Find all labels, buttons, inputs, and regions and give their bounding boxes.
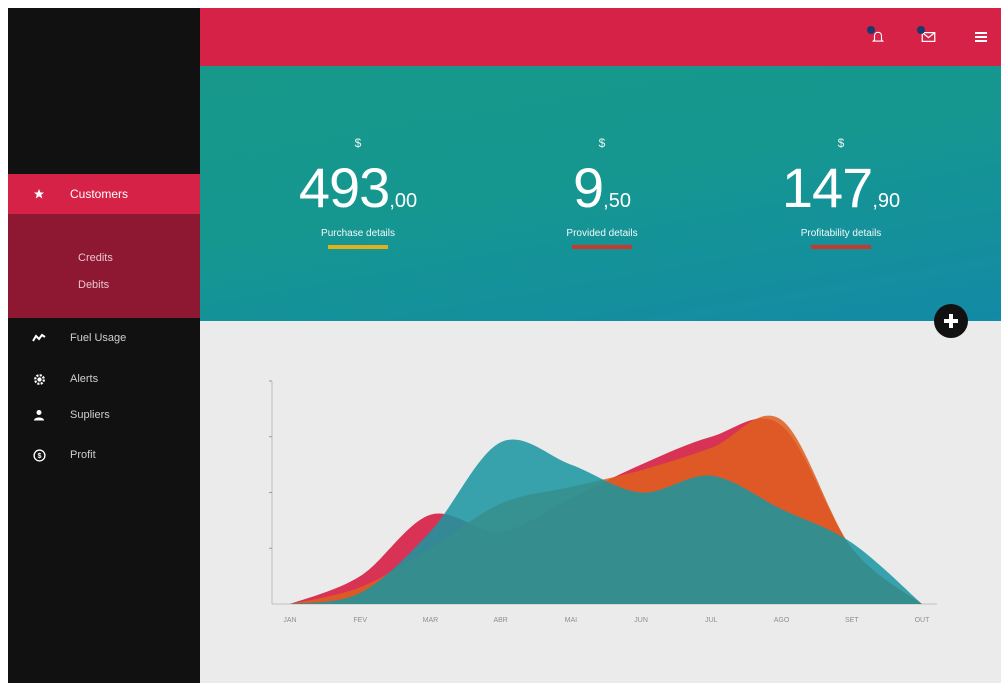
currency-symbol: $ xyxy=(598,136,606,150)
sidebar-item-label: Customers xyxy=(70,187,129,201)
menu-icon[interactable] xyxy=(970,26,992,48)
stat-purchase: $ 493,00 Purchase details xyxy=(258,136,458,249)
sidebar-item-label: Supliers xyxy=(70,409,110,421)
x-tick-label: JUN xyxy=(634,617,648,624)
stat-link-profitability[interactable]: Profitability details xyxy=(741,228,941,239)
x-tick-label: JUL xyxy=(705,617,718,624)
x-tick-label: SET xyxy=(845,617,859,624)
top-bar xyxy=(200,8,1001,66)
star-icon xyxy=(8,188,70,200)
trend-icon xyxy=(8,333,70,343)
x-tick-label: FEV xyxy=(353,617,367,624)
stats-panel: $ 493,00 Purchase details $ 9,50 Provide… xyxy=(200,66,1001,321)
currency-symbol: $ xyxy=(354,136,362,150)
plus-icon xyxy=(944,314,958,328)
sidebar: Customers Credits Debits Fuel Usage Aler… xyxy=(8,8,200,683)
stat-profitability: $ 147,90 Profitability details xyxy=(741,136,941,249)
stat-link-purchase[interactable]: Purchase details xyxy=(258,228,458,239)
sidebar-submenu: Credits Debits xyxy=(8,214,200,318)
stat-value: 9,50 xyxy=(573,156,631,219)
x-tick-label: MAI xyxy=(565,617,578,624)
stat-underline xyxy=(328,245,388,249)
currency-symbol: $ xyxy=(837,136,845,150)
mail-icon[interactable] xyxy=(917,26,939,48)
sidebar-subitem-credits[interactable]: Credits xyxy=(78,252,113,264)
stat-provided: $ 9,50 Provided details xyxy=(502,136,702,249)
x-tick-label: JAN xyxy=(283,617,296,624)
stat-value: 147,90 xyxy=(781,156,901,219)
notification-icon[interactable] xyxy=(867,26,889,48)
stat-link-provided[interactable]: Provided details xyxy=(502,228,702,239)
x-tick-label: MAR xyxy=(423,617,439,624)
add-button[interactable] xyxy=(934,304,968,338)
sidebar-item-fuel-usage[interactable]: Fuel Usage xyxy=(8,326,200,350)
x-tick-label: AGO xyxy=(774,617,790,624)
sidebar-item-alerts[interactable]: Alerts xyxy=(8,367,200,391)
app-frame: Customers Credits Debits Fuel Usage Aler… xyxy=(8,8,1001,683)
gear-icon xyxy=(8,373,70,386)
area-chart: JAN FEV MAR ABR MAI JUN JUL AGO SET OUT xyxy=(269,380,937,624)
sidebar-item-label: Fuel Usage xyxy=(70,332,127,344)
sidebar-item-label: Profit xyxy=(70,449,96,461)
sidebar-item-supliers[interactable]: Supliers xyxy=(8,403,200,427)
x-tick-label: OUT xyxy=(915,617,931,624)
user-icon xyxy=(8,409,70,421)
chart-area: JAN FEV MAR ABR MAI JUN JUL AGO SET OUT xyxy=(200,321,1001,683)
sidebar-item-profit[interactable]: $ Profit xyxy=(8,443,200,467)
sidebar-subitem-debits[interactable]: Debits xyxy=(78,279,109,291)
stat-value: 493,00 xyxy=(298,156,418,219)
x-tick-label: ABR xyxy=(493,617,507,624)
stat-underline xyxy=(811,245,871,249)
stat-underline xyxy=(572,245,632,249)
dollar-circle-icon: $ xyxy=(8,448,70,462)
sidebar-item-label: Alerts xyxy=(70,373,99,385)
svg-text:$: $ xyxy=(37,453,41,460)
sidebar-item-customers[interactable]: Customers xyxy=(8,174,200,214)
